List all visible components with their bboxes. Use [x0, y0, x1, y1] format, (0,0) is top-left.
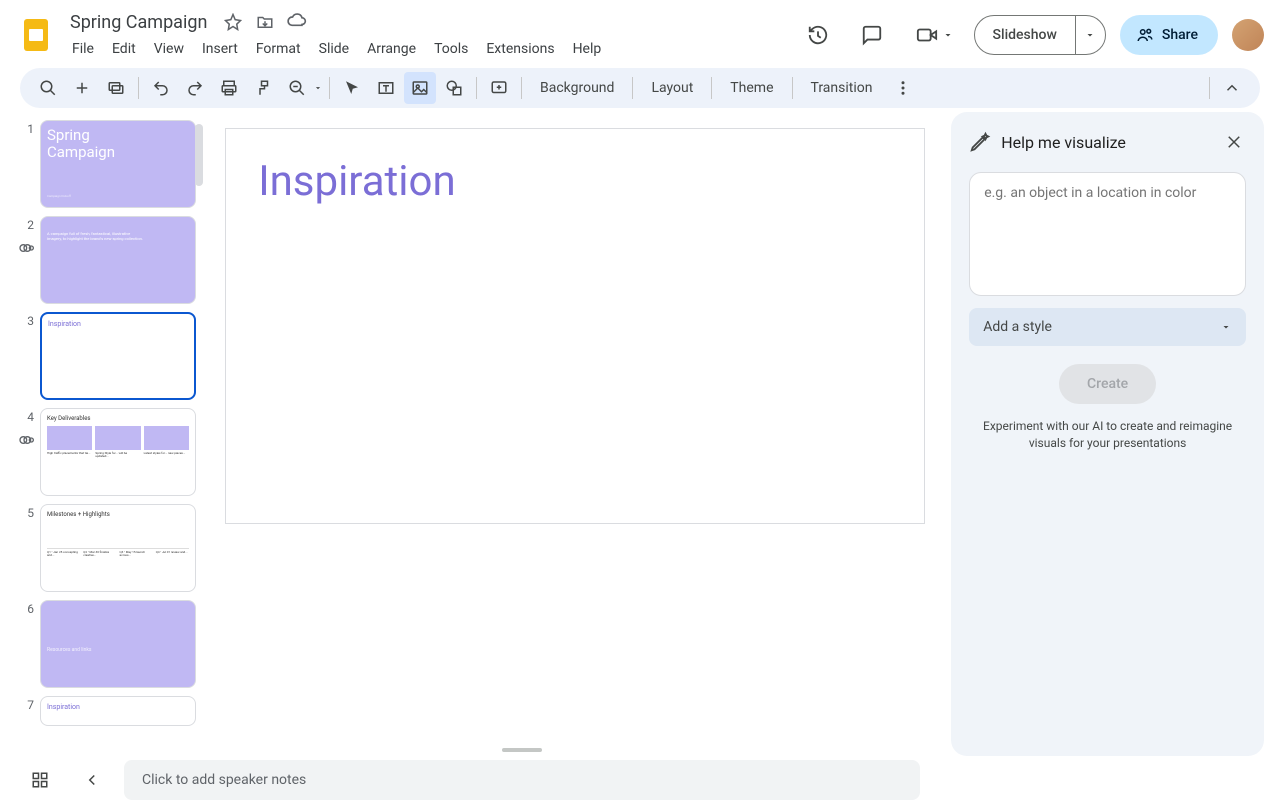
- app-header: Spring Campaign File Edit View Insert Fo…: [0, 0, 1280, 64]
- thumb-number: 6: [20, 600, 34, 688]
- slide-thumb-3[interactable]: 3 Inspiration: [20, 312, 205, 400]
- more-icon[interactable]: [887, 72, 919, 104]
- new-slide-layout-icon[interactable]: [100, 72, 132, 104]
- thumb-number: 3: [20, 312, 34, 400]
- menu-arrange[interactable]: Arrange: [359, 37, 424, 61]
- menu-slide[interactable]: Slide: [311, 37, 357, 61]
- theme-button[interactable]: Theme: [718, 72, 785, 104]
- thumb-number: 4: [20, 408, 34, 496]
- menu-edit[interactable]: Edit: [104, 37, 144, 61]
- slideshow-button-group: Slideshow: [974, 15, 1106, 55]
- toolbar: Background Layout Theme Transition: [20, 68, 1260, 108]
- background-button[interactable]: Background: [528, 72, 626, 104]
- video-icon: [916, 24, 938, 46]
- style-dropdown[interactable]: Add a style: [969, 308, 1246, 346]
- document-title[interactable]: Spring Campaign: [64, 10, 213, 35]
- history-icon[interactable]: [798, 15, 838, 55]
- slide-canvas[interactable]: Inspiration: [225, 128, 925, 524]
- menu-tools[interactable]: Tools: [426, 37, 476, 61]
- transition-button[interactable]: Transition: [799, 72, 885, 104]
- create-button: Create: [1059, 364, 1156, 404]
- menu-bar: File Edit View Insert Format Slide Arran…: [64, 37, 609, 61]
- chevron-down-icon: [942, 29, 954, 41]
- slide-thumb-2[interactable]: 2 A campaign full of fresh, fantastical,…: [20, 216, 205, 304]
- slide-thumb-5[interactable]: 5 Milestones + Highlights Q1 • Jan 25 co…: [20, 504, 205, 592]
- comment-add-icon[interactable]: [483, 72, 515, 104]
- textbox-icon[interactable]: [370, 72, 402, 104]
- slideshow-button[interactable]: Slideshow: [975, 16, 1075, 54]
- panel-title: Help me visualize: [1001, 133, 1212, 152]
- grid-view-icon[interactable]: [20, 760, 60, 800]
- menu-insert[interactable]: Insert: [194, 37, 246, 61]
- speaker-notes-input[interactable]: Click to add speaker notes: [124, 760, 920, 800]
- image-icon[interactable]: [404, 72, 436, 104]
- thumb-number: 5: [20, 504, 34, 592]
- people-icon: [1136, 26, 1154, 44]
- collapse-filmstrip-icon[interactable]: [72, 760, 112, 800]
- undo-icon[interactable]: [145, 72, 177, 104]
- slideshow-dropdown[interactable]: [1075, 16, 1105, 54]
- animation-badge-icon: [18, 240, 34, 256]
- slide-title[interactable]: Inspiration: [258, 157, 892, 206]
- share-button[interactable]: Share: [1120, 15, 1218, 55]
- slide-thumb-1[interactable]: 1 SpringCampaign Campaign Kickoff: [20, 120, 205, 208]
- shape-icon[interactable]: [438, 72, 470, 104]
- new-slide-icon[interactable]: [66, 72, 98, 104]
- move-icon[interactable]: [253, 10, 277, 34]
- menu-file[interactable]: File: [64, 37, 102, 61]
- meet-button[interactable]: [906, 15, 960, 55]
- print-icon[interactable]: [213, 72, 245, 104]
- menu-format[interactable]: Format: [248, 37, 309, 61]
- title-area: Spring Campaign File Edit View Insert Fo…: [64, 10, 609, 61]
- canvas-area[interactable]: Inspiration: [205, 112, 945, 756]
- pencil-sparkle-icon: [969, 131, 991, 153]
- prompt-input[interactable]: [969, 172, 1246, 296]
- panel-description: Experiment with our AI to create and rei…: [969, 418, 1246, 452]
- slide-thumb-6[interactable]: 6 Resources and links: [20, 600, 205, 688]
- user-avatar[interactable]: [1232, 19, 1264, 51]
- style-label: Add a style: [983, 319, 1052, 335]
- zoom-icon[interactable]: [281, 72, 313, 104]
- bottom-bar: Click to add speaker notes: [0, 756, 1280, 804]
- thumb-number: 1: [20, 120, 34, 208]
- cloud-status-icon[interactable]: [285, 10, 309, 34]
- close-icon[interactable]: [1222, 130, 1246, 154]
- chevron-down-icon: [1220, 321, 1232, 333]
- star-icon[interactable]: [221, 10, 245, 34]
- comments-icon[interactable]: [852, 15, 892, 55]
- slides-icon: [18, 17, 54, 53]
- menu-extensions[interactable]: Extensions: [478, 37, 562, 61]
- menu-help[interactable]: Help: [565, 37, 610, 61]
- menu-view[interactable]: View: [146, 37, 192, 61]
- paint-format-icon[interactable]: [247, 72, 279, 104]
- animation-badge-icon: [18, 432, 34, 448]
- layout-button[interactable]: Layout: [639, 72, 705, 104]
- redo-icon[interactable]: [179, 72, 211, 104]
- select-icon[interactable]: [336, 72, 368, 104]
- notes-placeholder: Click to add speaker notes: [142, 772, 306, 788]
- collapse-toolbar-icon[interactable]: [1216, 72, 1248, 104]
- share-label: Share: [1162, 27, 1198, 43]
- search-icon[interactable]: [32, 72, 64, 104]
- chevron-down-icon: [1084, 29, 1096, 41]
- slide-thumb-4[interactable]: 4 Key Deliverables High traffic placemen…: [20, 408, 205, 496]
- thumb-number: 7: [20, 696, 34, 726]
- thumb-number: 2: [20, 216, 34, 304]
- notes-resize-handle[interactable]: [502, 748, 542, 752]
- help-me-visualize-panel: Help me visualize Add a style Create Exp…: [951, 112, 1264, 756]
- slide-thumb-7[interactable]: 7 Inspiration: [20, 696, 205, 726]
- chevron-down-icon[interactable]: [313, 83, 323, 93]
- slide-filmstrip[interactable]: 1 SpringCampaign Campaign Kickoff 2 A ca…: [0, 112, 205, 756]
- slides-logo[interactable]: [16, 15, 56, 55]
